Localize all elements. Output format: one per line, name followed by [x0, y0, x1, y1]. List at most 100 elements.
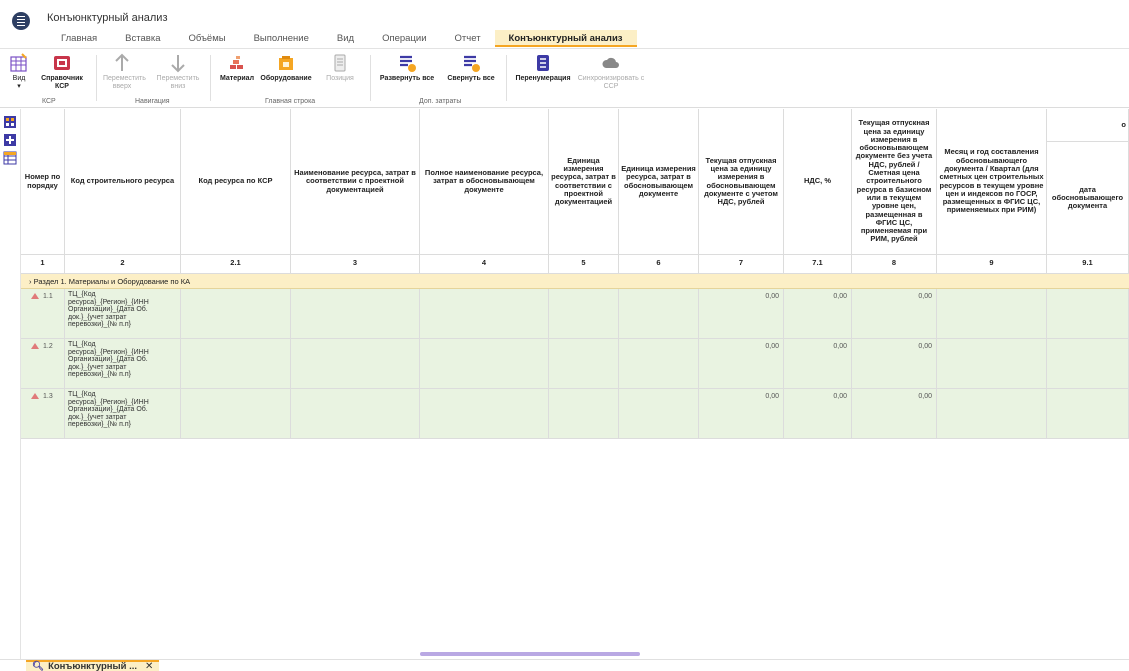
column-number: 3 [291, 255, 420, 274]
doc-date-cell[interactable] [1047, 339, 1129, 389]
grid-view-icon [10, 53, 27, 72]
vat-cell[interactable]: 0,00 [784, 289, 852, 339]
table-icon[interactable] [3, 151, 17, 165]
tab-insert[interactable]: Вставка [111, 30, 174, 47]
close-icon[interactable]: ✕ [145, 662, 153, 671]
tab-operations[interactable]: Операции [368, 30, 440, 47]
group-label-ksr: КСР [42, 98, 56, 105]
left-sidebar [0, 109, 21, 659]
tab-volumes[interactable]: Объёмы [174, 30, 239, 47]
row-id: 1.2 [43, 343, 53, 350]
header-cell[interactable]: Код ресурса по КСР [181, 109, 291, 255]
price-cell[interactable]: 0,00 [852, 289, 937, 339]
resource-code-cell[interactable]: ТЦ_{Код ресурса}_{Регион}_{ИНН Организац… [65, 289, 181, 339]
row-number-cell[interactable]: 1.3 [21, 389, 65, 439]
move-down-button[interactable]: Переместить вниз [156, 53, 200, 90]
header-cell[interactable]: Месяц и год составления обосновывающего … [937, 109, 1047, 255]
view-button[interactable]: Вид ▾ [7, 53, 31, 90]
move-up-button[interactable]: Переместить вверх [103, 53, 146, 90]
sync-ssr-button[interactable]: Синхронизировать с ССР [576, 53, 646, 90]
position-button[interactable]: Позиция [322, 53, 358, 83]
header-group-cell[interactable]: о [1047, 109, 1129, 142]
document-tab-label: Конъюнктурный ... [48, 661, 138, 671]
bricks-icon [230, 56, 243, 69]
tab-home[interactable]: Главная [47, 30, 111, 47]
unit-project-cell[interactable] [549, 289, 619, 339]
position-label: Позиция [326, 75, 354, 82]
ksr-code-cell[interactable] [181, 389, 291, 439]
collapse-all-button[interactable]: Свернуть все [446, 53, 496, 83]
search-icon: 🔍︎ [32, 661, 45, 671]
header-cell[interactable]: Номер по порядку [21, 109, 65, 255]
price-cell[interactable]: 0,00 [852, 389, 937, 439]
group-label-main-row: Главная строка [265, 98, 316, 105]
equipment-button[interactable]: Оборудование [260, 53, 312, 83]
doc-date-cell[interactable] [1047, 289, 1129, 339]
tab-market-analysis[interactable]: Конъюнктурный анализ [494, 30, 637, 47]
header-cell[interactable]: дата обосновывающего документа [1047, 142, 1129, 255]
document-tab[interactable]: 🔍︎ Конъюнктурный ... ✕ [26, 660, 160, 671]
ksr-code-cell[interactable] [181, 339, 291, 389]
horizontal-scrollbar[interactable] [420, 652, 640, 656]
doc-month-cell[interactable] [937, 389, 1047, 439]
header-cell[interactable]: Текущая отпускная цена за единицу измере… [699, 109, 784, 255]
resource-code-cell[interactable]: ТЦ_{Код ресурса}_{Регион}_{ИНН Организац… [65, 389, 181, 439]
chevron-right-icon[interactable]: › [29, 277, 32, 286]
price-with-vat-cell[interactable]: 0,00 [699, 289, 784, 339]
doc-month-cell[interactable] [937, 289, 1047, 339]
ksr-code-cell[interactable] [181, 289, 291, 339]
column-number: 9 [937, 255, 1047, 274]
section-row[interactable]: › Раздел 1. Материалы и Оборудование по … [21, 274, 1129, 289]
header-cell[interactable]: Единица измерения ресурса, затрат в соот… [549, 109, 619, 255]
full-name-cell[interactable] [420, 389, 549, 439]
tab-view[interactable]: Вид [323, 30, 368, 47]
column-settings-icon[interactable] [3, 115, 17, 129]
row-number-cell[interactable]: 1.1 [21, 289, 65, 339]
warning-triangle-icon [31, 293, 39, 299]
header-cell[interactable]: Единица измерения ресурса, затрат в обос… [619, 109, 699, 255]
document-tab-bar: 🔍︎ Конъюнктурный ... ✕ [0, 659, 1129, 671]
column-number: 7 [699, 255, 784, 274]
row-number-cell[interactable]: 1.2 [21, 339, 65, 389]
unit-project-cell[interactable] [549, 389, 619, 439]
tab-execution[interactable]: Выполнение [240, 30, 323, 47]
column-number: 6 [619, 255, 699, 274]
add-row-icon[interactable] [3, 133, 17, 147]
header-cell[interactable]: НДС, % [784, 109, 852, 255]
section-label: Раздел 1. Материалы и Оборудование по КА [33, 277, 191, 286]
doc-month-cell[interactable] [937, 339, 1047, 389]
price-cell[interactable]: 0,00 [852, 339, 937, 389]
renumber-button[interactable]: Перенумерация [514, 53, 572, 83]
tab-report[interactable]: Отчет [441, 30, 495, 47]
resource-name-cell[interactable] [291, 389, 420, 439]
vat-cell[interactable]: 0,00 [784, 389, 852, 439]
app-logo-icon[interactable] [12, 12, 30, 30]
header-cell[interactable]: Наименование ресурса, затрат в соответст… [291, 109, 420, 255]
header-cell[interactable]: Полное наименование ресурса, затрат в об… [420, 109, 549, 255]
app-title: Конъюнктурный анализ [47, 12, 168, 24]
unit-doc-cell[interactable] [619, 339, 699, 389]
resource-code-cell[interactable]: ТЦ_{Код ресурса}_{Регион}_{ИНН Организац… [65, 339, 181, 389]
column-number: 5 [549, 255, 619, 274]
material-button[interactable]: Материал [216, 53, 258, 83]
resource-name-cell[interactable] [291, 339, 420, 389]
ribbon-separator [210, 55, 211, 101]
header-cell[interactable]: Текущая отпускная цена за единицу измере… [852, 109, 937, 255]
expand-all-button[interactable]: Развернуть все [379, 53, 435, 83]
price-with-vat-cell[interactable]: 0,00 [699, 339, 784, 389]
price-with-vat-cell[interactable]: 0,00 [699, 389, 784, 439]
ksr-directory-label: Справочник КСР [41, 75, 83, 90]
resource-name-cell[interactable] [291, 289, 420, 339]
header-cell[interactable]: Код строительного ресурса [65, 109, 181, 255]
full-name-cell[interactable] [420, 289, 549, 339]
material-label: Материал [219, 75, 255, 82]
vat-cell[interactable]: 0,00 [784, 339, 852, 389]
ribbon-tabs: Главная Вставка Объёмы Выполнение Вид Оп… [47, 30, 637, 48]
group-label-navigation: Навигация [135, 98, 170, 105]
unit-project-cell[interactable] [549, 339, 619, 389]
full-name-cell[interactable] [420, 339, 549, 389]
doc-date-cell[interactable] [1047, 389, 1129, 439]
unit-doc-cell[interactable] [619, 389, 699, 439]
unit-doc-cell[interactable] [619, 289, 699, 339]
ksr-directory-button[interactable]: Справочник КСР [37, 53, 87, 90]
